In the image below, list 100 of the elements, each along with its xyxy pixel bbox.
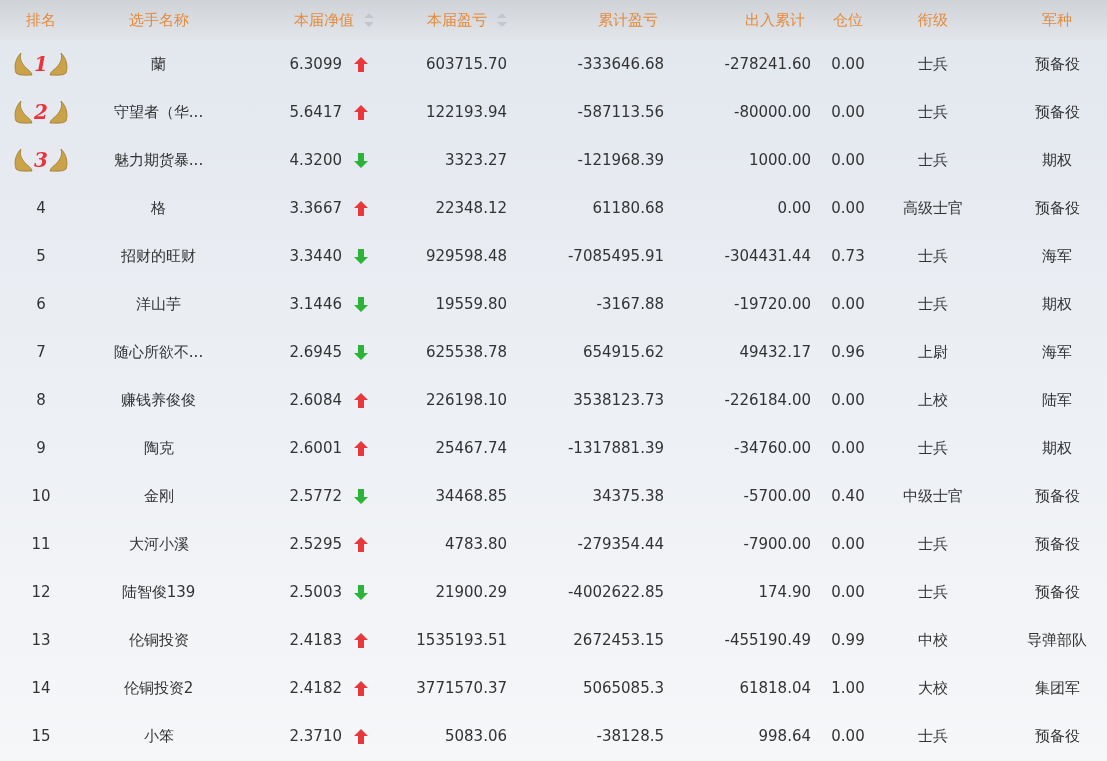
player-name: 随心所欲不... — [113, 342, 204, 362]
player-name: 大河小溪 — [128, 534, 189, 554]
sort-icon[interactable] — [497, 13, 507, 27]
column-header: 仓位 — [833, 10, 863, 30]
rank-number: 14 — [31, 679, 51, 697]
rank-title: 士兵 — [918, 534, 948, 554]
total-profit: -333646.68 — [577, 55, 664, 73]
period-profit: 929598.48 — [425, 247, 507, 265]
total-profit: -1317881.39 — [567, 439, 664, 457]
rank-title: 士兵 — [918, 582, 948, 602]
rank-title: 上校 — [918, 390, 948, 410]
period-profit: 625538.78 — [425, 343, 507, 361]
position-ratio: 0.99 — [831, 631, 865, 649]
period-profit: 34468.85 — [435, 487, 507, 505]
period-profit: 5083.06 — [444, 727, 507, 745]
rank-number: 15 — [31, 727, 51, 745]
rank-number: 4 — [36, 199, 46, 217]
rank-title: 大校 — [918, 678, 948, 698]
net-value: 2.5003 — [289, 583, 342, 601]
player-name: 陶克 — [143, 438, 174, 458]
rank-number: 3 — [34, 148, 48, 172]
period-profit: 21900.29 — [435, 583, 507, 601]
branch-name: 期权 — [1042, 438, 1072, 458]
branch-name: 期权 — [1042, 294, 1072, 314]
net-flow: -34760.00 — [734, 439, 811, 457]
net-value: 2.6945 — [289, 343, 342, 361]
branch-name: 预备役 — [1034, 198, 1080, 218]
total-profit: 5065085.3 — [582, 679, 664, 697]
net-value: 5.6417 — [289, 103, 342, 121]
position-ratio: 0.96 — [831, 343, 865, 361]
period-profit: 19559.80 — [435, 295, 507, 313]
total-profit: -4002622.85 — [567, 583, 664, 601]
player-name: 小笨 — [143, 726, 174, 746]
position-ratio: 0.00 — [831, 199, 865, 217]
rank-number: 11 — [31, 535, 51, 553]
player-name: 格 — [151, 198, 166, 218]
player-name: 陆智俊139 — [121, 582, 196, 602]
column-header: 累计盈亏 — [598, 10, 658, 30]
net-value: 2.5295 — [289, 535, 342, 553]
total-profit: -279354.44 — [577, 535, 664, 553]
net-value: 4.3200 — [289, 151, 342, 169]
branch-name: 导弹部队 — [1027, 630, 1087, 650]
total-profit: -7085495.91 — [567, 247, 664, 265]
period-profit: 4783.80 — [444, 535, 507, 553]
player-name: 守望者（华... — [113, 102, 204, 122]
column-header: 出入累计 — [745, 10, 805, 30]
branch-name: 预备役 — [1034, 726, 1080, 746]
position-ratio: 0.00 — [831, 727, 865, 745]
rank-title: 士兵 — [918, 726, 948, 746]
player-name: 赚钱养俊俊 — [121, 390, 196, 410]
rank-number: 8 — [36, 391, 46, 409]
period-profit: 3771570.37 — [416, 679, 507, 697]
rank-title: 士兵 — [918, 438, 948, 458]
net-flow: -455190.49 — [724, 631, 811, 649]
branch-name: 预备役 — [1034, 486, 1080, 506]
position-ratio: 0.00 — [831, 535, 865, 553]
column-header[interactable]: 本届净值 — [294, 10, 374, 30]
rank-title: 士兵 — [918, 246, 948, 266]
column-header: 衔级 — [918, 10, 948, 30]
net-value: 2.4182 — [289, 679, 342, 697]
branch-name: 集团军 — [1034, 678, 1080, 698]
sort-icon[interactable] — [364, 13, 374, 27]
rank-title: 中级士官 — [903, 486, 963, 506]
period-profit: 226198.10 — [425, 391, 507, 409]
rank-number: 13 — [31, 631, 51, 649]
player-name: 蘭 — [151, 54, 166, 74]
total-profit: -3167.88 — [596, 295, 664, 313]
rank-number: 6 — [36, 295, 46, 313]
branch-name: 海军 — [1042, 342, 1072, 362]
rank-number: 5 — [36, 247, 46, 265]
player-name: 金刚 — [143, 486, 174, 506]
branch-name: 预备役 — [1034, 534, 1080, 554]
net-flow: 174.90 — [758, 583, 811, 601]
net-value: 6.3099 — [289, 55, 342, 73]
position-ratio: 0.00 — [831, 55, 865, 73]
position-ratio: 0.00 — [831, 151, 865, 169]
period-profit: 122193.94 — [425, 103, 507, 121]
position-ratio: 0.00 — [831, 103, 865, 121]
net-value: 3.3440 — [289, 247, 342, 265]
total-profit: -38128.5 — [596, 727, 664, 745]
net-value: 2.5772 — [289, 487, 342, 505]
period-profit: 25467.74 — [435, 439, 507, 457]
position-ratio: 0.00 — [831, 583, 865, 601]
column-header[interactable]: 本届盈亏 — [427, 10, 507, 30]
net-flow: 61818.04 — [739, 679, 811, 697]
rank-title: 中校 — [918, 630, 948, 650]
net-flow: -304431.44 — [724, 247, 811, 265]
position-ratio: 0.00 — [831, 295, 865, 313]
total-profit: -587113.56 — [577, 103, 664, 121]
net-flow: -278241.60 — [724, 55, 811, 73]
net-value: 2.6001 — [289, 439, 342, 457]
total-profit: 34375.38 — [592, 487, 664, 505]
total-profit: 2672453.15 — [573, 631, 664, 649]
rank-title: 高级士官 — [903, 198, 963, 218]
total-profit: 3538123.73 — [573, 391, 664, 409]
net-flow: -7900.00 — [743, 535, 811, 553]
player-name: 招财的旺财 — [121, 246, 196, 266]
net-flow: -19720.00 — [734, 295, 811, 313]
position-ratio: 0.40 — [831, 487, 865, 505]
period-profit: 603715.70 — [425, 55, 507, 73]
